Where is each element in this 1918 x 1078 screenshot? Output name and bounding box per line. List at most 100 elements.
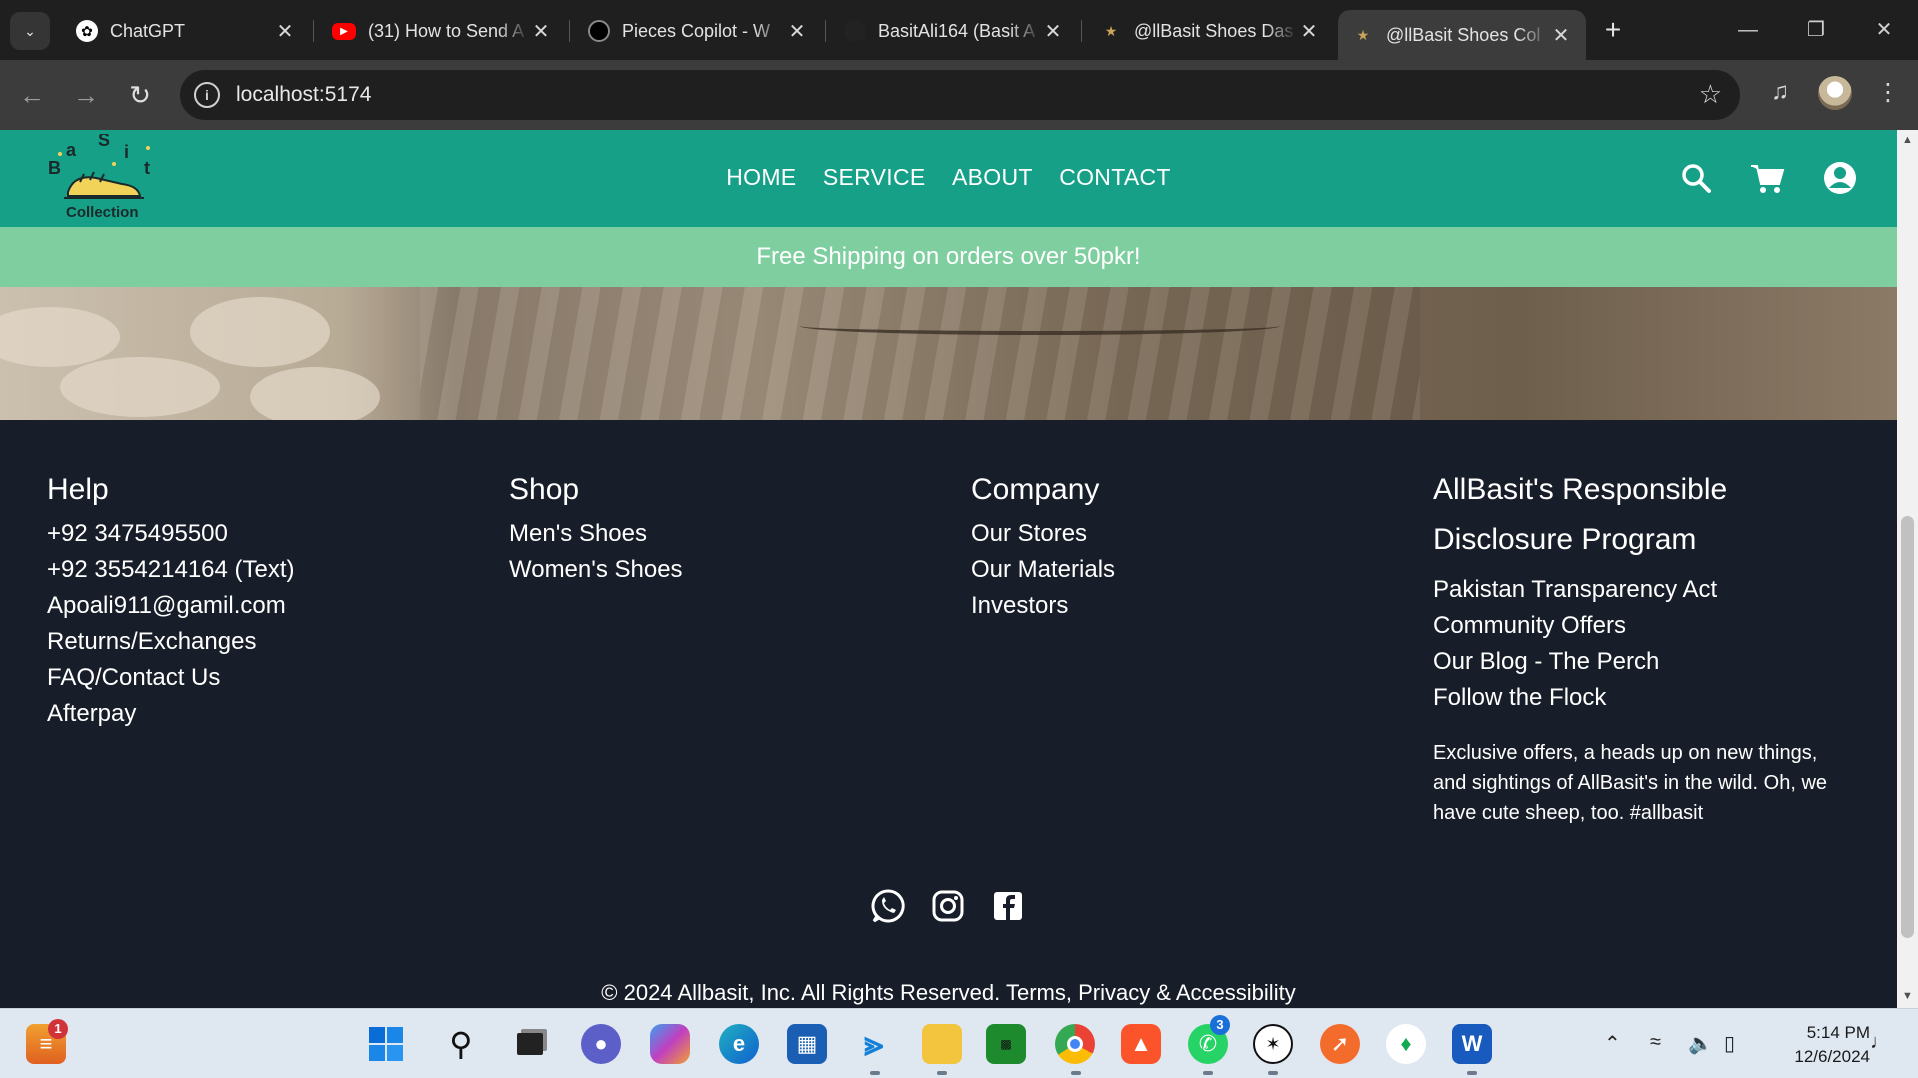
phone-link[interactable]: +92 3475495500 — [47, 516, 295, 552]
tab-pieces[interactable]: Pieces Copilot - W ✕ — [574, 10, 822, 52]
running-indicator — [870, 1071, 880, 1075]
pieces-icon[interactable]: ✶ — [1253, 1024, 1293, 1064]
reload-button[interactable]: ↻ — [120, 76, 160, 116]
youtube-icon: ▶ — [332, 22, 356, 40]
follow-flock-link[interactable]: Follow the Flock — [1433, 680, 1853, 716]
close-icon[interactable]: ✕ — [1042, 19, 1064, 44]
search-icon[interactable] — [1676, 158, 1716, 198]
basit-logo-icon: ★ — [1104, 22, 1118, 39]
facebook-icon[interactable] — [990, 888, 1026, 924]
restore-button[interactable]: ❐ — [1786, 12, 1846, 48]
minimize-button[interactable]: — — [1718, 12, 1778, 48]
notification-badge: 3 — [1210, 1015, 1230, 1035]
store-icon[interactable]: ▦ — [787, 1024, 827, 1064]
postman-icon[interactable]: ➚ — [1320, 1024, 1360, 1064]
promo-banner: Free Shipping on orders over 50pkr! — [0, 227, 1897, 287]
logo-letter: i — [124, 142, 129, 162]
account-icon[interactable] — [1820, 158, 1860, 198]
profile-avatar[interactable] — [1818, 76, 1852, 110]
volume-icon[interactable]: 🔈 — [1688, 1031, 1713, 1056]
windows-taskbar: ≡ 1 ⚲ ● e ▦ ⪢ ▩ ▲ ✆ 3 ✶ ➚ ♦ W ⌃ ≈ 🔈 ▯ 5:… — [0, 1008, 1918, 1078]
close-icon[interactable]: ✕ — [786, 19, 808, 44]
investors-link[interactable]: Investors — [971, 588, 1115, 624]
basit-logo-icon: ★ — [1356, 26, 1370, 43]
chevron-up-icon[interactable]: ⌃ — [1604, 1031, 1621, 1056]
close-icon[interactable]: ✕ — [530, 19, 552, 44]
terminal-app-icon[interactable]: ▩ — [986, 1024, 1026, 1064]
teams-meet-icon[interactable]: ● — [581, 1024, 621, 1064]
close-icon[interactable]: ✕ — [274, 19, 296, 44]
text-phone-link[interactable]: +92 3554214164 (Text) — [47, 552, 295, 588]
clock-date: 12/6/2024 — [1794, 1047, 1870, 1066]
site-info-icon[interactable]: i — [194, 82, 220, 108]
tab-title: BasitAli164 (Basit A — [878, 20, 1036, 41]
running-indicator — [1467, 1071, 1477, 1075]
tab-title: (31) How to Send A — [368, 20, 525, 41]
scroll-up-icon[interactable]: ▲ — [1900, 134, 1915, 146]
mens-shoes-link[interactable]: Men's Shoes — [509, 516, 683, 552]
chrome-icon[interactable] — [1055, 1024, 1095, 1064]
tab-title: @llBasit Shoes Col — [1386, 24, 1541, 45]
nav-home[interactable]: HOME — [726, 164, 796, 191]
transparency-act-link[interactable]: Pakistan Transparency Act — [1433, 572, 1853, 608]
page-scrollbar[interactable]: ▲ ▼ — [1897, 130, 1918, 1008]
search-icon[interactable]: ⚲ — [441, 1024, 481, 1064]
returns-link[interactable]: Returns/Exchanges — [47, 624, 295, 660]
forward-button[interactable]: → — [66, 76, 106, 116]
tab-separator — [313, 20, 314, 42]
cart-icon[interactable] — [1747, 158, 1787, 198]
back-button[interactable]: ← — [12, 76, 52, 116]
word-icon[interactable]: W — [1452, 1024, 1492, 1064]
email-link[interactable]: Apoali911@gamil.com — [47, 588, 295, 624]
our-materials-link[interactable]: Our Materials — [971, 552, 1115, 588]
battery-icon[interactable]: ▯ — [1724, 1031, 1735, 1056]
address-bar[interactable]: i localhost:5174 ☆ — [180, 70, 1740, 120]
tab-basit-collection[interactable]: ★ @llBasit Shoes Col ✕ — [1338, 10, 1586, 60]
close-icon[interactable]: ✕ — [1550, 23, 1572, 48]
tab-github[interactable]: BasitAli164 (Basit A ✕ — [830, 10, 1078, 52]
new-tab-button[interactable]: + — [1596, 14, 1630, 48]
womens-shoes-link[interactable]: Women's Shoes — [509, 552, 683, 588]
community-offers-link[interactable]: Community Offers — [1433, 608, 1853, 644]
task-view-icon[interactable] — [510, 1024, 550, 1064]
afterpay-link[interactable]: Afterpay — [47, 696, 295, 732]
whatsapp-icon[interactable] — [870, 888, 906, 924]
close-icon[interactable]: ✕ — [1298, 19, 1320, 44]
bookmark-star-icon[interactable]: ☆ — [1699, 79, 1722, 110]
scroll-down-icon[interactable]: ▼ — [1900, 990, 1915, 1002]
brave-icon[interactable]: ▲ — [1121, 1024, 1161, 1064]
nav-contact[interactable]: CONTACT — [1059, 164, 1171, 191]
nav-service[interactable]: SERVICE — [823, 164, 926, 191]
close-window-button[interactable]: ✕ — [1854, 12, 1914, 48]
tab-search-button[interactable]: ⌄ — [10, 12, 50, 50]
notification-bell-icon[interactable]: ♩ — [1870, 1031, 1890, 1054]
faq-link[interactable]: FAQ/Contact Us — [47, 660, 295, 696]
vscode-icon[interactable]: ⪢ — [854, 1024, 894, 1064]
tab-separator — [1081, 20, 1082, 42]
github-icon — [844, 20, 866, 42]
our-stores-link[interactable]: Our Stores — [971, 516, 1115, 552]
windows-logo-icon — [369, 1027, 403, 1061]
logo-letter: a — [66, 140, 77, 160]
mongodb-icon[interactable]: ♦ — [1386, 1024, 1426, 1064]
browser-toolbar: ← → ↻ i localhost:5174 ☆ ♫ ⋮ — [0, 60, 1918, 130]
footer-shop-column: Shop Men's Shoes Women's Shoes — [509, 466, 683, 588]
footer-heading: Disclosure Program — [1433, 523, 1697, 556]
copilot-icon[interactable] — [650, 1024, 690, 1064]
system-clock[interactable]: 5:14 PM 12/6/2024 — [1770, 1021, 1870, 1069]
wifi-icon[interactable]: ≈ — [1650, 1031, 1661, 1054]
blog-link[interactable]: Our Blog - The Perch — [1433, 644, 1853, 680]
tab-title: @llBasit Shoes Das — [1134, 20, 1294, 41]
scrollbar-thumb[interactable] — [1901, 516, 1914, 938]
edge-icon[interactable]: e — [719, 1024, 759, 1064]
tab-basit-dashboard[interactable]: ★ @llBasit Shoes Das ✕ — [1086, 10, 1334, 52]
url-text[interactable]: localhost:5174 — [236, 83, 371, 107]
tab-chatgpt[interactable]: ✿ ChatGPT ✕ — [62, 10, 310, 52]
tab-youtube[interactable]: ▶ (31) How to Send A ✕ — [318, 10, 566, 52]
file-explorer-icon[interactable] — [922, 1024, 962, 1064]
instagram-icon[interactable] — [930, 888, 966, 924]
media-controls-icon[interactable]: ♫ — [1762, 78, 1798, 106]
nav-about[interactable]: ABOUT — [952, 164, 1033, 191]
browser-menu-icon[interactable]: ⋮ — [1870, 78, 1906, 107]
start-button[interactable] — [366, 1024, 406, 1064]
